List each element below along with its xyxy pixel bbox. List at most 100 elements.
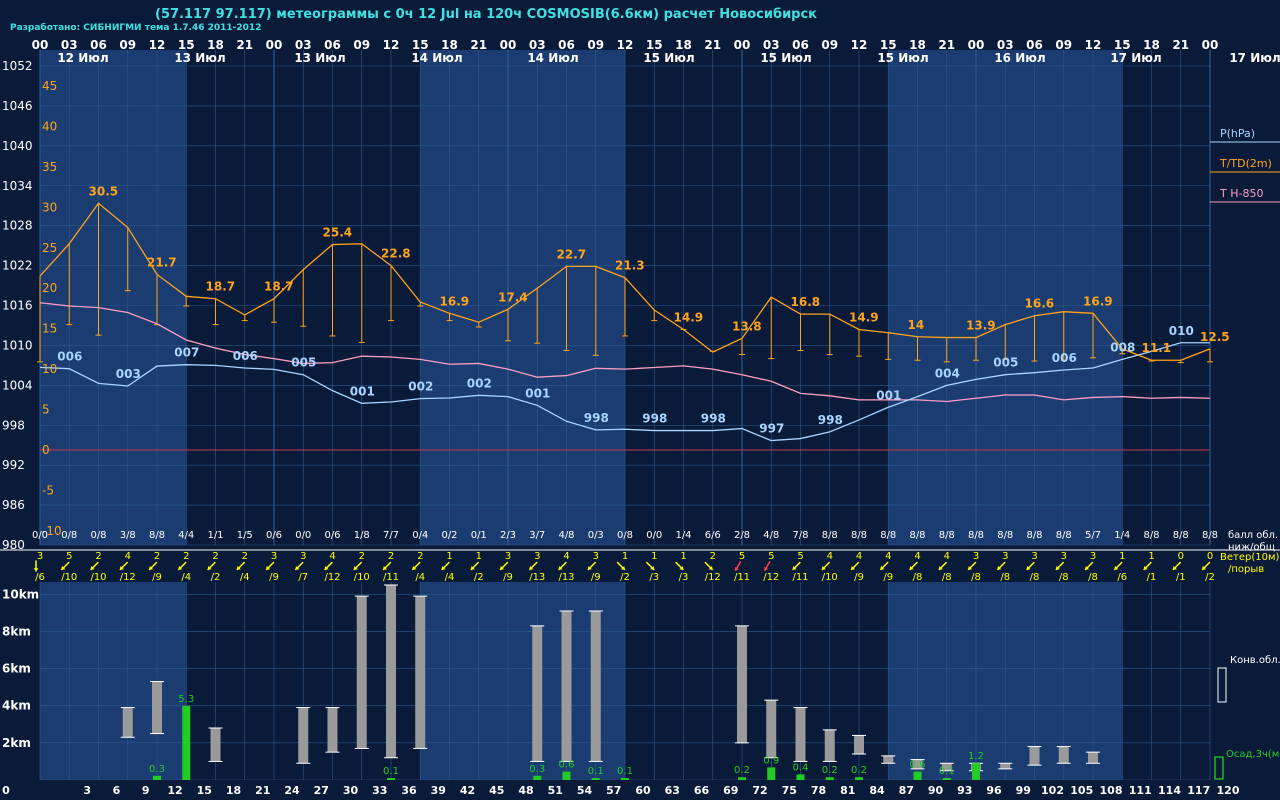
temperature-value-label: 30.5 (89, 184, 119, 198)
wind-gust-label: /9 (854, 572, 864, 583)
temperature-value-label: 14 (908, 318, 925, 332)
hour-offset-label: 33 (372, 784, 387, 797)
day-band (40, 50, 187, 545)
day-label: 14 Июл (527, 51, 578, 65)
day-band (625, 50, 889, 545)
pressure-tick-label: 1040 (2, 139, 33, 153)
temperature-value-label: 16.6 (1025, 297, 1055, 311)
cloud-amount-label: 8/8 (149, 530, 165, 541)
precip-value-label: 0.6 (559, 760, 575, 771)
wind-gust-label: /12 (705, 572, 721, 583)
wind-gust-label: /9 (152, 572, 162, 583)
cloud-amount-label: 0/8 (617, 530, 633, 541)
pressure-value-label: 998 (818, 413, 843, 427)
pressure-tick-label: 1052 (2, 59, 33, 73)
pressure-value-label: 998 (701, 412, 726, 426)
day-band (625, 582, 889, 780)
hour-tick-label: 06 (324, 38, 341, 52)
cloud-amount-label: 8/8 (1202, 530, 1218, 541)
height-tick-label: 2km (2, 736, 31, 750)
wind-speed-label: 3 (505, 551, 511, 562)
wind-speed-label: 2 (183, 551, 189, 562)
hour-tick-label: 06 (792, 38, 809, 52)
cloud-amount-label: 0/8 (90, 530, 106, 541)
wind-gust-label: /8 (1030, 572, 1040, 583)
hour-offset-label: 75 (782, 784, 797, 797)
wind-gust-label: /8 (971, 572, 981, 583)
hour-offset-label: 69 (723, 784, 738, 797)
hour-offset-label: 3 (83, 784, 91, 797)
wind-gust-label: /2 (211, 572, 221, 583)
temperature-tick-label: 15 (42, 322, 57, 336)
convective-cloud-bar (327, 707, 338, 753)
temperature-value-label: 22.7 (557, 247, 587, 261)
precip-bar (621, 778, 629, 780)
wind-speed-label: 3 (271, 551, 277, 562)
hour-tick-label: 00 (500, 38, 517, 52)
wind-speed-label: 4 (563, 551, 569, 562)
wind-gust-label: /12 (324, 572, 340, 583)
pressure-value-label: 001 (350, 384, 375, 398)
hour-tick-label: 03 (61, 38, 78, 52)
cloud-amount-label: 1/4 (675, 530, 691, 541)
cloud-amount-label: 8/8 (939, 530, 955, 541)
cloud-amount-label: 7/7 (383, 530, 399, 541)
wind-gust-label: /9 (883, 572, 893, 583)
precip-bar (153, 775, 161, 780)
pressure-tick-label: 1016 (2, 299, 33, 313)
convective-cloud-bar (854, 735, 864, 754)
height-tick-label: 8km (2, 624, 31, 638)
legend-clouds: балл обл. (1228, 530, 1278, 541)
wind-gust-label: /12 (763, 572, 779, 583)
pressure-value-label: 998 (642, 412, 667, 426)
hour-tick-label: 09 (119, 38, 136, 52)
temperature-value-label: 25.4 (323, 226, 353, 240)
wind-gust-label: /6 (1117, 572, 1127, 583)
hour-offset-label: 27 (314, 784, 329, 797)
wind-speed-label: 4 (827, 551, 833, 562)
hour-offset-label: 105 (1070, 784, 1093, 797)
day-label: 12 Июл (57, 51, 108, 65)
wind-gust-label: /9 (269, 572, 279, 583)
wind-speed-label: 2 (154, 551, 160, 562)
wind-gust-label: /4 (445, 572, 455, 583)
hour-offset-label: 57 (606, 784, 621, 797)
hour-offset-label: 24 (284, 784, 300, 797)
cloud-amount-label: 8/8 (997, 530, 1013, 541)
wind-speed-label: 2 (417, 551, 423, 562)
convective-cloud-bar (1058, 746, 1069, 764)
wind-gust-label: /10 (61, 572, 77, 583)
credit-line: Разработано: СИБНИГМИ тема 1.7.46 2011-2… (10, 22, 261, 33)
day-label: 15 Июл (643, 51, 694, 65)
convective-cloud-bar (766, 700, 777, 758)
precip-bar (182, 705, 191, 780)
hour-tick-label: 12 (383, 38, 400, 52)
cloud-amount-label: 5/7 (1085, 530, 1101, 541)
precip-bar (738, 777, 746, 780)
pressure-value-label: 997 (759, 422, 784, 436)
temperature-value-label: 21.7 (147, 255, 177, 269)
hour-offset-label: 60 (635, 784, 651, 797)
wind-speed-label: 2 (95, 551, 101, 562)
temperature-tick-label: 20 (42, 281, 57, 295)
convective-cloud-bar (561, 611, 572, 762)
precip-value-label: 0.3 (529, 764, 545, 775)
wind-gust-label: /1 (1147, 572, 1157, 583)
hour-tick-label: 03 (763, 38, 780, 52)
wind-gust-label: /8 (1059, 572, 1069, 583)
legend-temperature: T/TD(2m) (1219, 157, 1272, 170)
wind-speed-label: 3 (300, 551, 306, 562)
temperature-tick-label: 35 (42, 160, 57, 174)
wind-gust-label: /9 (503, 572, 513, 583)
wind-gust-label: /3 (649, 572, 659, 583)
precip-value-label: 0.2 (734, 765, 750, 776)
hour-tick-label: 18 (1143, 38, 1160, 52)
cloud-amount-label: 4/8 (763, 530, 779, 541)
temperature-value-label: 18.7 (206, 280, 236, 294)
pressure-tick-label: 1022 (2, 259, 33, 273)
wind-speed-label: 3 (1090, 551, 1096, 562)
precip-value-label: 0.1 (383, 766, 399, 777)
precip-value-label: 0.6 (910, 760, 926, 771)
temperature-value-label: 16.9 (440, 294, 470, 308)
convective-cloud-bar (1088, 752, 1098, 764)
